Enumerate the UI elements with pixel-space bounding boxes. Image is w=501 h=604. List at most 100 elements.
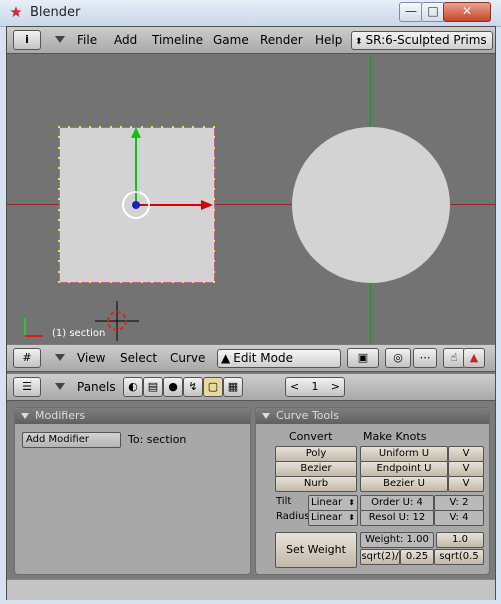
object-icon: ↯ [188, 380, 198, 393]
menu-select[interactable]: Select [120, 351, 157, 365]
viewport-object-label: (1) section [52, 328, 106, 339]
info-window-type-button[interactable]: i [13, 30, 41, 50]
window-title: Blender [30, 5, 81, 20]
blender-window: i File Add Timeline Game Render Help ⬍ SR… [6, 26, 496, 600]
knots-bezier-v-button[interactable]: V [448, 476, 484, 492]
curve-tools-panel: Curve Tools Convert Make Knots Poly Bezi… [255, 407, 490, 575]
object-tab-button[interactable]: ↯ [183, 377, 203, 397]
cube-icon: ▣ [357, 351, 369, 364]
knots-bezier-u-button[interactable]: Bezier U [360, 476, 448, 492]
title-bar: ★ Blender — □ ✕ [0, 0, 501, 27]
snap-icon: ⋯ [419, 351, 431, 364]
view3d-window-type-button[interactable]: # [13, 348, 41, 368]
order-u-field[interactable]: Order U: 4 [360, 495, 434, 511]
curve-tools-panel-header[interactable]: Curve Tools [256, 408, 489, 424]
y-arrow-icon [131, 127, 141, 138]
logic-tab-button[interactable]: ◐ [123, 377, 143, 397]
script-tab-button[interactable]: ▤ [143, 377, 163, 397]
pivot-icon: ◎ [393, 351, 403, 364]
screen-selector[interactable]: ⬍ SR:6-Sculpted Prims [351, 31, 493, 50]
edit-mode-icon: ▲ [221, 351, 231, 365]
menu-curve[interactable]: Curve [170, 351, 205, 365]
buttons-window: Modifiers Add Modifier To: section Curve… [7, 401, 495, 600]
editing-square-icon: ▢ [207, 380, 219, 393]
triangle-icon: ▲ [469, 351, 479, 364]
radius-interpolation-select[interactable]: Linear ⬍ [308, 510, 358, 526]
knots-endpoint-u-button[interactable]: Endpoint U [360, 461, 448, 477]
updown-icon: ⬍ [348, 498, 355, 507]
grid-icon: # [22, 351, 32, 364]
knots-uniform-v-button[interactable]: V [448, 446, 484, 462]
weight-sqrt0-5-button[interactable]: sqrt(0.5 [434, 549, 484, 565]
list-icon: ☰ [22, 380, 32, 393]
axis-orientation-icon [24, 318, 43, 337]
menu-add[interactable]: Add [114, 33, 137, 47]
collapse-menu-icon[interactable] [55, 36, 65, 43]
blender-logo-icon: ★ [9, 3, 23, 21]
prev-arrow-icon[interactable]: < [286, 378, 299, 396]
bottom-bar [7, 579, 495, 600]
collapse-arrow-icon[interactable] [262, 413, 270, 419]
set-weight-button[interactable]: Set Weight [275, 532, 357, 568]
x-arrow-icon [201, 200, 213, 210]
resol-u-field[interactable]: Resol U: 12 [360, 510, 434, 526]
minimize-button[interactable]: — [399, 2, 423, 22]
transform-manipulator[interactable] [7, 54, 495, 344]
info-header: i File Add Timeline Game Render Help ⬍ SR… [7, 27, 495, 54]
menu-timeline[interactable]: Timeline [152, 33, 203, 47]
hand-icon: ☝ [450, 351, 458, 364]
next-arrow-icon[interactable]: > [331, 378, 344, 396]
menu-file[interactable]: File [77, 33, 97, 47]
menu-render[interactable]: Render [260, 33, 303, 47]
collapse-menu-icon[interactable] [55, 354, 65, 361]
weight-1-0-button[interactable]: 1.0 [436, 532, 484, 548]
modifiers-panel: Modifiers Add Modifier To: section [14, 407, 251, 575]
shading-tab-button[interactable]: ● [163, 377, 183, 397]
frame-number-field[interactable]: < 1 > [285, 377, 345, 397]
convert-label: Convert [289, 430, 333, 443]
radius-label: Radius [276, 511, 310, 522]
knots-endpoint-v-button[interactable]: V [448, 461, 484, 477]
snap-button[interactable]: ⋯ [413, 348, 437, 368]
menu-view[interactable]: View [77, 351, 105, 365]
scene-tab-button[interactable]: ▦ [223, 377, 243, 397]
convert-poly-button[interactable]: Poly [275, 446, 357, 462]
weight-field[interactable]: Weight: 1.00 [360, 532, 434, 548]
3d-viewport[interactable]: (1) section [7, 54, 495, 344]
panels-label: Panels [77, 380, 116, 394]
modifier-target-label: To: section [128, 433, 187, 446]
pivot-button[interactable]: ◎ [385, 348, 411, 368]
tilt-label: Tilt [276, 496, 292, 507]
shading-sphere-icon: ● [168, 380, 178, 393]
manipulator-translate-button[interactable]: ▲ [463, 348, 485, 368]
logic-icon: ◐ [128, 380, 138, 393]
collapse-arrow-icon[interactable] [21, 413, 29, 419]
tilt-interpolation-select[interactable]: Linear ⬍ [308, 495, 358, 511]
editing-tab-button[interactable]: ▢ [203, 377, 223, 397]
maximize-button[interactable]: □ [421, 2, 445, 22]
weight-sqrt2-button[interactable]: sqrt(2)/ [360, 549, 400, 565]
make-knots-label: Make Knots [363, 430, 427, 443]
buttons-header: ☰ Panels ◐ ▤ ● ↯ ▢ ▦ < 1 > [7, 374, 495, 401]
info-icon: i [25, 33, 29, 46]
updown-icon: ⬍ [348, 513, 355, 522]
manipulator-hand-button[interactable]: ☝ [443, 348, 465, 368]
modifiers-panel-header[interactable]: Modifiers [15, 408, 250, 424]
collapse-menu-icon[interactable] [55, 383, 65, 390]
shading-cube-button[interactable]: ▣ [347, 348, 379, 368]
knots-uniform-u-button[interactable]: Uniform U [360, 446, 448, 462]
weight-0-25-button[interactable]: 0.25 [400, 549, 434, 565]
mode-selector[interactable]: ▲ Edit Mode [217, 349, 341, 368]
view3d-header: # View Select Curve ▲ Edit Mode ▣ ◎ ⋯ ☝ ▲ [7, 345, 495, 372]
scene-icon: ▦ [227, 380, 239, 393]
convert-bezier-button[interactable]: Bezier [275, 461, 357, 477]
menu-help[interactable]: Help [315, 33, 342, 47]
buttons-window-type-button[interactable]: ☰ [13, 377, 41, 397]
convert-nurb-button[interactable]: Nurb [275, 476, 357, 492]
close-button[interactable]: ✕ [443, 2, 491, 22]
add-modifier-button[interactable]: Add Modifier [22, 432, 121, 448]
order-v-field[interactable]: V: 2 [434, 495, 484, 511]
resol-v-field[interactable]: V: 4 [434, 510, 484, 526]
updown-icon: ⬍ [355, 37, 363, 47]
menu-game[interactable]: Game [213, 33, 249, 47]
